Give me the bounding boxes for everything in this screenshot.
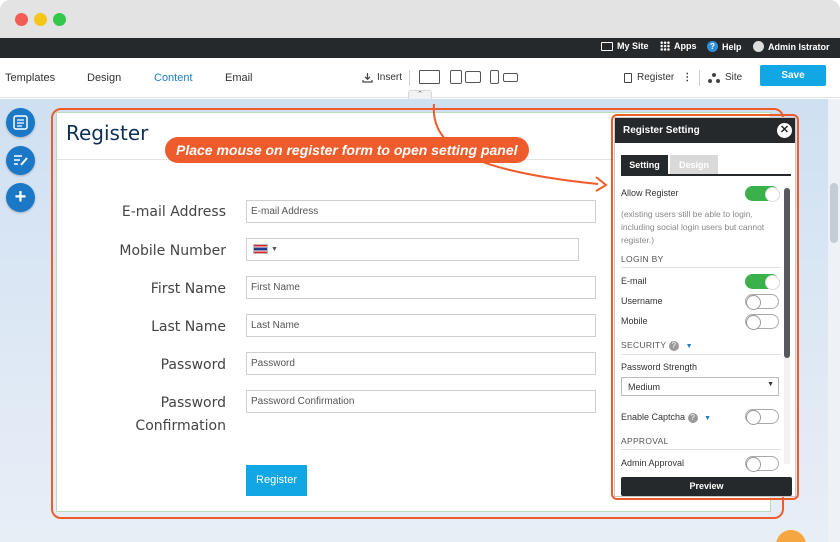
preview-button[interactable]: Preview (621, 477, 792, 496)
login-mobile-label: Mobile (621, 316, 648, 326)
register-setting-panel: Register Setting ✕ Setting Design Allow … (614, 117, 796, 497)
divider (621, 267, 781, 268)
security-heading[interactable]: SECURITY ? ▼ (621, 340, 693, 351)
tab-setting[interactable]: Setting (621, 155, 668, 175)
password-strength-select[interactable]: Medium ▼ (621, 377, 779, 396)
login-by-heading: LOGIN BY (621, 254, 664, 264)
chevron-down-icon[interactable]: ▼ (686, 343, 693, 350)
login-email-label: E-mail (621, 276, 647, 286)
password-strength-label: Password Strength (621, 362, 698, 372)
login-username-toggle[interactable] (745, 294, 779, 310)
admin-approval-label: Admin Approval (621, 458, 685, 468)
chevron-down-icon[interactable]: ▼ (704, 415, 711, 422)
divider (621, 354, 781, 355)
allow-register-label: Allow Register (621, 188, 679, 198)
close-icon[interactable]: ✕ (777, 123, 792, 138)
help-icon[interactable]: ? (687, 412, 698, 423)
login-mobile-toggle[interactable] (745, 314, 779, 330)
admin-approval-toggle[interactable] (745, 456, 779, 472)
instruction-callout: Place mouse on register form to open set… (165, 137, 529, 163)
allow-register-note: (existing users still be able to login, … (621, 209, 765, 245)
login-email-toggle[interactable] (745, 274, 780, 290)
panel-title: Register Setting (623, 125, 700, 136)
divider (621, 174, 791, 176)
panel-scrollbar[interactable] (784, 186, 790, 464)
chevron-down-icon: ▼ (767, 381, 774, 388)
approval-heading: APPROVAL (621, 436, 669, 446)
tab-design-panel[interactable]: Design (670, 155, 718, 175)
login-username-label: Username (621, 296, 663, 306)
help-icon[interactable]: ? (668, 340, 679, 351)
captcha-label-row: Enable Captcha ? ▼ (621, 412, 712, 423)
panel-header: Register Setting ✕ (615, 118, 795, 143)
divider (621, 449, 781, 450)
captcha-toggle[interactable] (745, 409, 779, 425)
allow-register-toggle[interactable] (745, 186, 780, 202)
